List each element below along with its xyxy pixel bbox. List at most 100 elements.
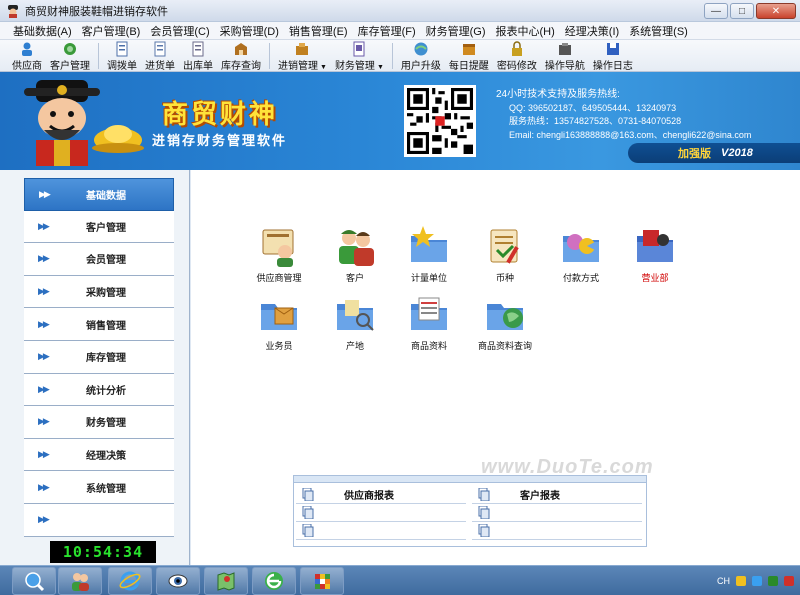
menu-manager[interactable]: 经理决策(I): [560, 23, 624, 39]
document-icon: [478, 506, 490, 519]
toolbar-password-button[interactable]: 密码修改: [493, 40, 541, 72]
module-branch[interactable]: 营业部: [619, 224, 691, 284]
toolbar-purchase-button[interactable]: 进货单: [141, 40, 179, 72]
module-customer[interactable]: 客户: [319, 224, 391, 284]
close-button[interactable]: ✕: [756, 3, 796, 19]
tray-update-icon[interactable]: [768, 576, 778, 586]
version-label: V2018: [721, 147, 753, 159]
taskbar-cube-button[interactable]: [300, 567, 344, 595]
menu-customer[interactable]: 客户管理(B): [77, 23, 146, 39]
report-label: 客户报表: [520, 491, 560, 502]
toolbar-label: 进货单: [145, 61, 175, 72]
support-hotline: 服务热线：13574827528、0731-84070528: [509, 116, 682, 126]
toolbar-reminder-button[interactable]: 每日提醒: [445, 40, 493, 72]
toolbar-trade-button[interactable]: 进销管理 ▼: [274, 40, 331, 72]
minimize-button[interactable]: —: [704, 3, 728, 19]
brand-name: 商贸财神: [162, 100, 279, 130]
taskbar-ie-button[interactable]: [108, 567, 152, 595]
nav-item-purchase[interactable]: ▶▶ 采购管理: [24, 275, 174, 309]
search-icon: [25, 572, 45, 592]
menu-sales[interactable]: 销售管理(E): [284, 23, 353, 39]
ie-icon: [119, 571, 141, 591]
nav-item-member[interactable]: ▶▶ 会员管理: [24, 243, 174, 276]
taskbar-browser-button[interactable]: [252, 567, 296, 595]
module-label: 付款方式: [562, 273, 599, 283]
toolbar-navigate-button[interactable]: 操作导航: [541, 40, 589, 72]
module-supplier-management[interactable]: 供应商管理: [243, 224, 315, 284]
taskbar-eye-button[interactable]: [156, 567, 200, 595]
nav-item-system[interactable]: ▶▶ 系统管理: [24, 471, 174, 504]
module-currency[interactable]: 币种: [469, 224, 541, 284]
module-product-data[interactable]: 商品资料: [393, 292, 465, 352]
report-row[interactable]: [296, 504, 466, 522]
nav-item-empty[interactable]: ▶▶: [24, 503, 174, 537]
title-bar: 商贸财神服装鞋帽进销存软件 — □ ✕: [0, 0, 800, 22]
module-product-query[interactable]: 商品资料查询: [469, 292, 541, 352]
outbound-icon: [192, 41, 204, 57]
mascot-icon: [24, 80, 144, 166]
qr-code: [404, 85, 476, 157]
menu-basic-data[interactable]: 基础数据(A): [8, 23, 77, 39]
toolbar-finance-button[interactable]: 财务管理 ▼: [331, 40, 388, 72]
tray-network-icon[interactable]: [752, 576, 762, 586]
maximize-button[interactable]: □: [730, 3, 754, 19]
window-title: 商贸财神服装鞋帽进销存软件: [25, 5, 168, 18]
menu-finance[interactable]: 财务管理(G): [421, 23, 491, 39]
nav-item-basic-data[interactable]: ▶▶ 基础数据: [24, 178, 174, 211]
toolbar-supplier-button[interactable]: 供应商: [8, 40, 46, 72]
toolbar-label: 密码修改: [496, 61, 537, 72]
toolbar-customer-button[interactable]: 客户管理: [46, 40, 94, 72]
support-qq: QQ: 396502187、649505444、13240973: [509, 102, 677, 113]
taskbar: CH: [0, 565, 800, 595]
tray-security-icon[interactable]: [736, 576, 746, 586]
toolbar-label: 库存查询: [221, 61, 261, 72]
report-row[interactable]: [472, 522, 642, 540]
toolbar-label: 操作导航: [544, 61, 585, 72]
report-label: 供应商报表: [344, 491, 394, 502]
toolbar-outbound-button[interactable]: 出库单: [179, 40, 217, 72]
menu-reports[interactable]: 报表中心(H): [491, 23, 560, 39]
menu-member[interactable]: 会员管理(C): [145, 23, 214, 39]
nav-item-inventory[interactable]: ▶▶ 库存管理: [24, 340, 174, 374]
reports-panel: 供应商报表 客户报表: [293, 475, 647, 547]
nav-item-sales[interactable]: ▶▶ 销售管理: [24, 308, 174, 341]
taskbar-users-button[interactable]: [58, 567, 102, 595]
report-row[interactable]: [472, 504, 642, 522]
nav-item-manager[interactable]: ▶▶ 经理决策: [24, 438, 174, 472]
toolbar-inventory-button[interactable]: 库存查询: [217, 40, 265, 72]
report-row[interactable]: 客户报表: [472, 486, 642, 504]
toolbar-log-button[interactable]: 操作日志: [589, 40, 637, 72]
double-arrow-icon: ▶▶: [38, 351, 50, 362]
menu-system[interactable]: 系统管理(S): [624, 23, 693, 39]
document-icon: [302, 524, 314, 537]
nav-item-customer[interactable]: ▶▶ 客户管理: [24, 210, 174, 244]
module-unit[interactable]: 计量单位: [393, 224, 465, 284]
nav-item-finance[interactable]: ▶▶ 财务管理: [24, 406, 174, 439]
report-row[interactable]: [296, 522, 466, 540]
nav-item-statistics[interactable]: ▶▶ 统计分析: [24, 373, 174, 407]
input-language[interactable]: CH: [717, 576, 730, 586]
toolbar-transfer-button[interactable]: 调拨单: [103, 40, 141, 72]
module-label: 客户: [345, 273, 364, 283]
toolbar-label: 客户管理: [50, 61, 90, 72]
module-origin[interactable]: 产地: [319, 292, 391, 352]
edition-label: 加强版: [678, 148, 711, 160]
menu-inventory[interactable]: 库存管理(F): [353, 23, 421, 39]
taskbar-map-button[interactable]: [204, 567, 248, 595]
module-payment-method[interactable]: 付款方式: [545, 224, 617, 284]
report-row[interactable]: 供应商报表: [296, 486, 466, 504]
menu-purchase[interactable]: 采购管理(D): [215, 23, 284, 39]
toolbar-separator: [391, 43, 393, 69]
users-icon: [72, 573, 89, 591]
module-label: 产地: [345, 341, 364, 351]
tray-qq-icon[interactable]: [784, 576, 794, 586]
taskbar-search-button[interactable]: [12, 567, 56, 595]
toolbar-label: 进销管理 ▼: [278, 61, 327, 72]
toolbar-label: 每日提醒: [448, 61, 489, 72]
module-label: 营业部: [641, 273, 669, 283]
toolbar-upgrade-button[interactable]: 用户升级: [397, 40, 445, 72]
log-icon: [606, 43, 619, 55]
module-salesperson[interactable]: 业务员: [243, 292, 315, 352]
reports-panel-header: [294, 476, 646, 483]
unit-icon: [411, 226, 447, 262]
